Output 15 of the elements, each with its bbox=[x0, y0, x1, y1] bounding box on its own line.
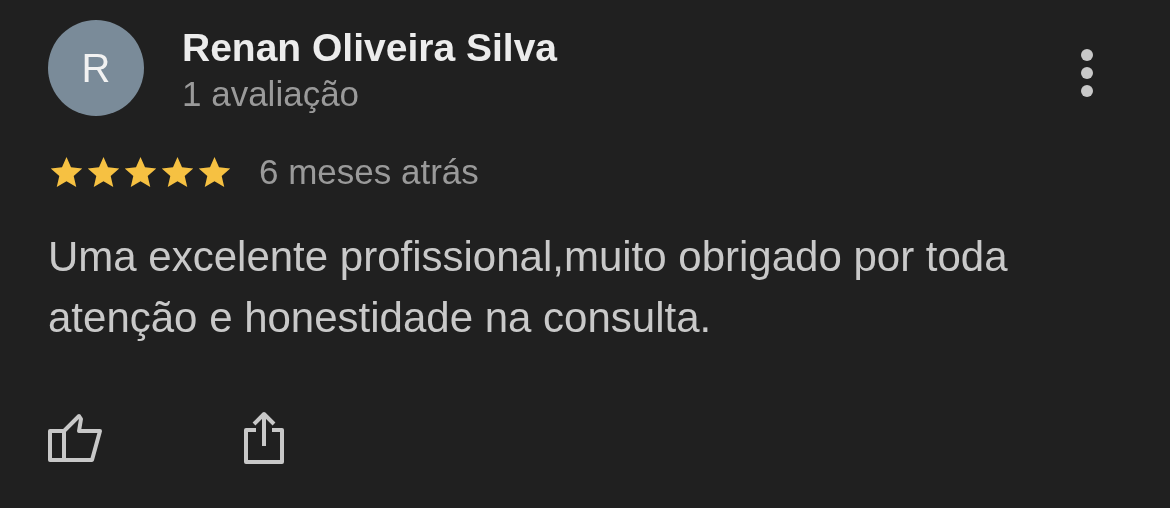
review-count: 1 avaliação bbox=[182, 74, 361, 114]
filled-star-icon bbox=[85, 154, 122, 190]
filled-star-icon bbox=[48, 154, 85, 190]
filled-star-icon bbox=[159, 154, 196, 190]
share-icon bbox=[242, 410, 286, 466]
thumbs-up-icon bbox=[48, 413, 104, 463]
review-time: 6 meses atrás bbox=[259, 152, 479, 192]
share-button[interactable] bbox=[242, 410, 286, 466]
more-options-icon bbox=[1080, 48, 1094, 98]
review-text: Uma excelente profissional,muito obrigado por toda atenção e honestidade na consulta. bbox=[48, 232, 1009, 343]
filled-star-icon bbox=[122, 154, 159, 190]
author-name: Renan Oliveira Silva bbox=[182, 26, 557, 70]
filled-star-icon bbox=[196, 154, 233, 190]
user-avatar: R bbox=[48, 20, 144, 116]
like-button[interactable] bbox=[48, 413, 104, 463]
